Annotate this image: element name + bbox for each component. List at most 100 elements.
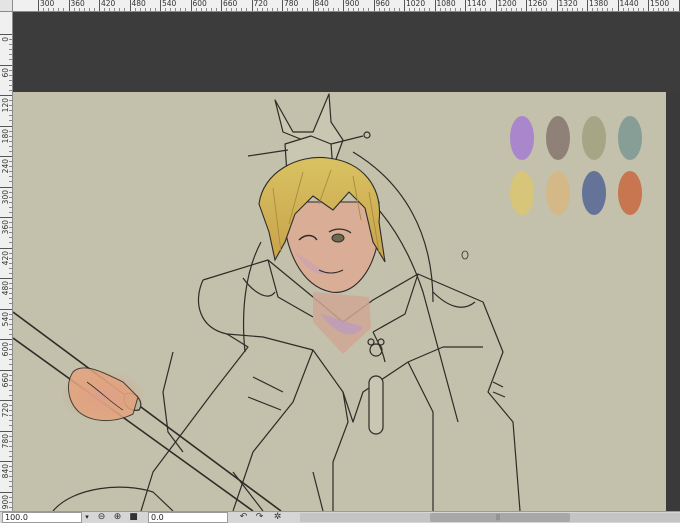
- ruler-minor-tick: [9, 181, 12, 183]
- ruler-minor-tick: [149, 8, 151, 11]
- status-bar: 100.0 ▾ ⊖ ⊕ ■ 0.0 ↶ ↷ ✲ ||: [0, 511, 680, 523]
- ruler-minor-tick: [63, 8, 65, 11]
- ruler-minor-tick: [388, 8, 390, 11]
- rotate-right-icon[interactable]: ↷: [254, 512, 265, 523]
- ruler-minor-tick: [9, 455, 12, 457]
- ruler-minor-tick: [9, 211, 12, 213]
- ruler-minor-tick: [9, 39, 12, 41]
- ruler-top-label: 840: [312, 0, 329, 11]
- palette-swatch[interactable]: [510, 116, 534, 160]
- palette-swatch[interactable]: [546, 116, 570, 160]
- ruler-minor-tick: [271, 8, 273, 11]
- ruler-minor-tick: [170, 8, 172, 11]
- palette-swatch[interactable]: [618, 171, 642, 215]
- ruler-left-label: 540: [0, 308, 12, 326]
- rotation-angle-input[interactable]: 0.0: [148, 512, 228, 523]
- ruler-minor-tick: [9, 425, 12, 427]
- ruler-left-label: 120: [0, 95, 12, 112]
- ruler-minor-tick: [9, 410, 12, 412]
- ruler-minor-tick: [9, 232, 12, 234]
- ruler-minor-tick: [9, 171, 12, 173]
- ruler-left-label: 840: [0, 461, 12, 478]
- ruler-minor-tick: [551, 8, 553, 11]
- ruler-minor-tick: [9, 79, 12, 81]
- ruler-minor-tick: [185, 8, 187, 11]
- palette-swatch[interactable]: [618, 116, 642, 160]
- ruler-minor-tick: [668, 8, 670, 11]
- canvas-viewport[interactable]: [13, 12, 680, 511]
- ruler-minor-tick: [287, 8, 289, 11]
- horizontal-ruler[interactable]: 300 360 420 480 540 600 660 720 780 840 900 960 1020…: [0, 0, 680, 12]
- ruler-top-label: 600: [190, 0, 207, 11]
- ruler-minor-tick: [505, 8, 507, 11]
- ruler-minor-tick: [210, 8, 212, 11]
- ruler-minor-tick: [9, 435, 12, 437]
- ruler-minor-tick: [109, 8, 111, 11]
- ruler-minor-tick: [302, 8, 304, 11]
- ruler-minor-tick: [83, 8, 85, 11]
- ruler-minor-tick: [9, 313, 12, 315]
- ruler-minor-tick: [9, 328, 12, 330]
- ruler-minor-tick: [195, 8, 197, 11]
- reset-rotation-icon[interactable]: ✲: [272, 512, 283, 523]
- ruler-top-label: 900: [343, 0, 359, 11]
- ruler-minor-tick: [124, 8, 126, 11]
- ruler-minor-tick: [622, 8, 624, 11]
- ruler-minor-tick: [9, 405, 12, 407]
- ruler-left-label: 720: [0, 400, 12, 417]
- ruler-minor-tick: [500, 8, 502, 11]
- fit-screen-icon[interactable]: ■: [128, 512, 139, 523]
- ruler-minor-tick: [9, 496, 12, 498]
- ruler-minor-tick: [9, 89, 12, 91]
- ruler-minor-tick: [9, 293, 12, 295]
- palette-swatch[interactable]: [546, 171, 570, 215]
- ruler-minor-tick: [546, 8, 548, 11]
- ruler-minor-tick: [520, 8, 522, 11]
- zoom-in-icon[interactable]: ⊕: [112, 512, 123, 523]
- ruler-minor-tick: [9, 394, 12, 396]
- ruler-minor-tick: [541, 8, 543, 11]
- ruler-minor-tick: [292, 8, 294, 11]
- palette-swatch[interactable]: [510, 171, 534, 215]
- ruler-left-label: 780: [0, 430, 12, 448]
- ruler-minor-tick: [673, 8, 675, 11]
- horizontal-scrollbar[interactable]: ||: [300, 513, 680, 522]
- palette-swatch[interactable]: [582, 116, 606, 160]
- zoom-out-icon[interactable]: ⊖: [96, 512, 107, 523]
- ruler-minor-tick: [9, 130, 12, 132]
- ruler-minor-tick: [322, 8, 324, 11]
- ruler-minor-tick: [9, 166, 12, 168]
- ruler-minor-tick: [134, 8, 136, 11]
- ruler-minor-tick: [9, 267, 12, 269]
- ruler-minor-tick: [454, 8, 456, 11]
- ruler-left-label: 0: [0, 34, 12, 42]
- ruler-minor-tick: [9, 49, 12, 51]
- ruler-minor-tick: [205, 8, 207, 11]
- ruler-top-label: 780: [282, 0, 298, 11]
- ruler-minor-tick: [531, 8, 533, 11]
- ruler-left-label: 180: [0, 125, 12, 143]
- artboard[interactable]: [13, 92, 666, 511]
- ruler-minor-tick: [566, 8, 568, 11]
- ruler-minor-tick: [9, 389, 12, 391]
- ruler-minor-tick: [9, 298, 12, 300]
- vertical-scrollbar[interactable]: [666, 92, 680, 511]
- ruler-minor-tick: [9, 288, 12, 290]
- ruler-minor-tick: [632, 8, 634, 11]
- ruler-left-label: 300: [0, 186, 12, 204]
- ruler-left-label: 360: [0, 217, 12, 234]
- ruler-minor-tick: [9, 222, 12, 224]
- ruler-minor-tick: [398, 8, 400, 11]
- ruler-minor-tick: [348, 8, 350, 11]
- ruler-minor-tick: [165, 8, 167, 11]
- rotate-left-icon[interactable]: ↶: [238, 512, 249, 523]
- ruler-minor-tick: [9, 242, 12, 244]
- zoom-input[interactable]: 100.0: [2, 512, 82, 523]
- ruler-minor-tick: [576, 8, 578, 11]
- vertical-ruler[interactable]: 0 60 120 180 240 300 360 420 480 540 600 660 720 780 8…: [0, 12, 13, 511]
- ruler-minor-tick: [236, 8, 238, 11]
- ruler-minor-tick: [9, 476, 12, 478]
- ruler-minor-tick: [9, 471, 12, 473]
- palette-swatch[interactable]: [582, 171, 606, 215]
- chevron-down-icon[interactable]: ▾: [82, 512, 92, 523]
